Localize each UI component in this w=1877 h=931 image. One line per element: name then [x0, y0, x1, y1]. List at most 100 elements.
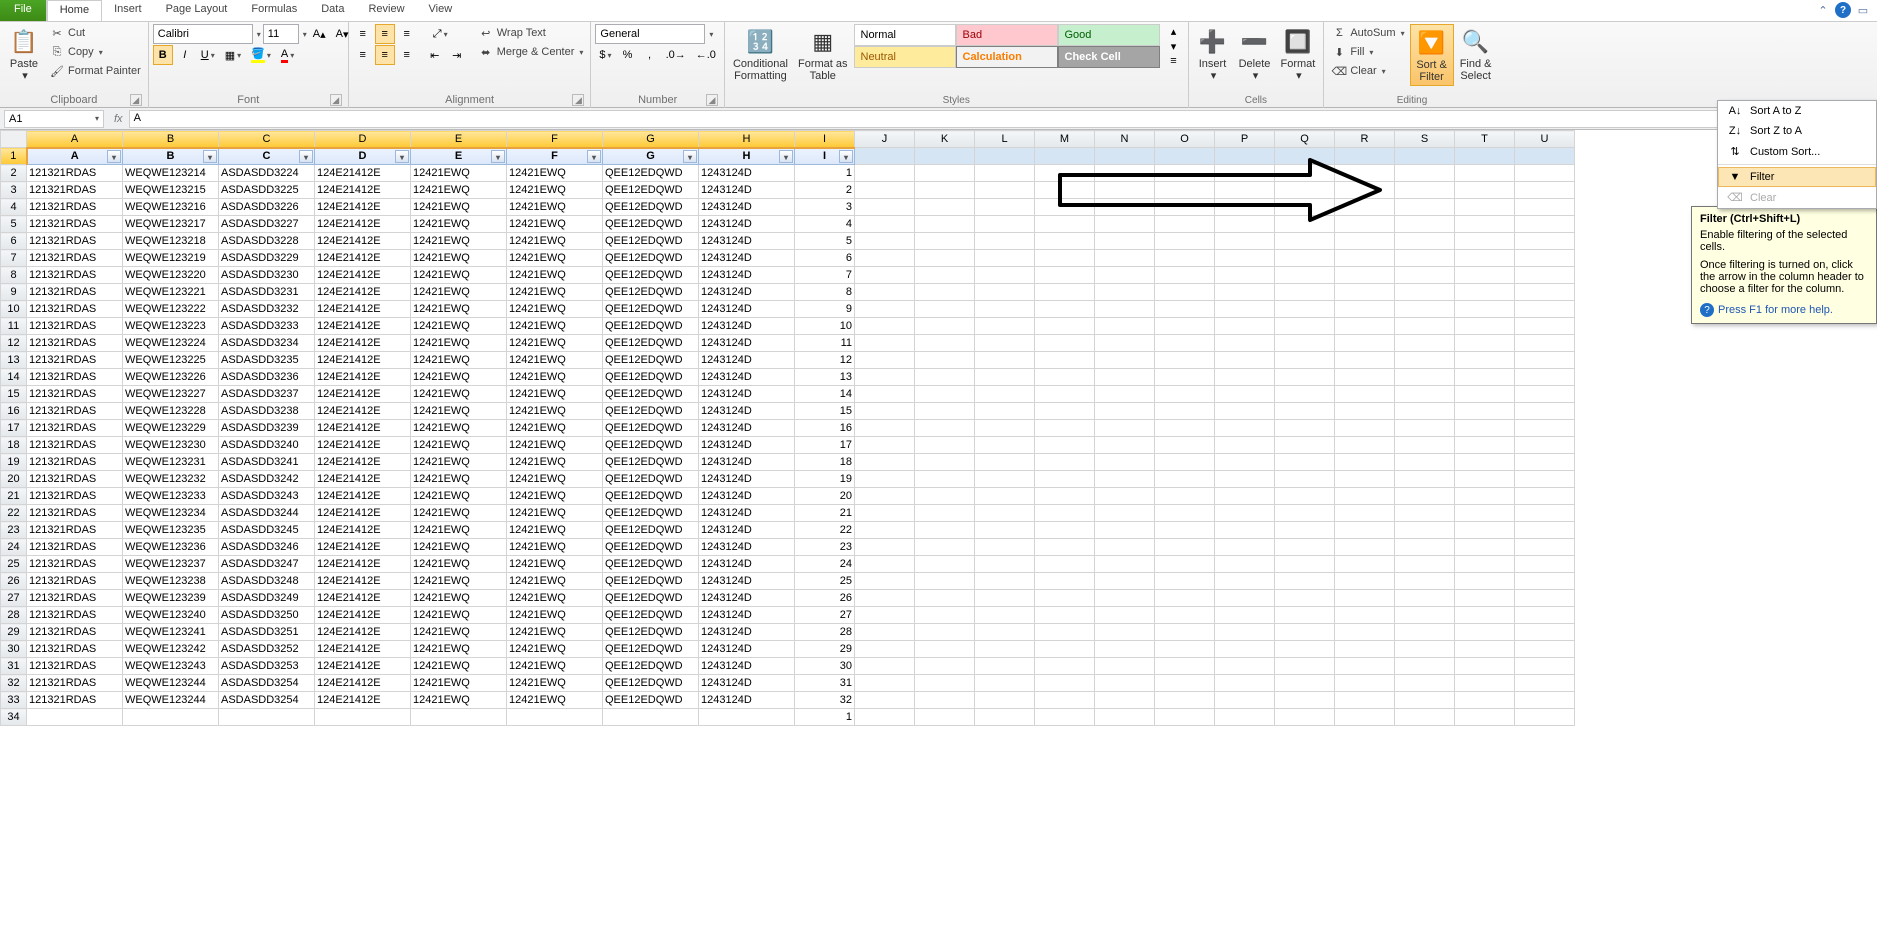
- chevron-down-icon[interactable]: ▾: [257, 30, 261, 39]
- cell[interactable]: [1095, 573, 1155, 590]
- cell-F24[interactable]: 12421EWQ: [507, 539, 603, 556]
- cell[interactable]: [1335, 284, 1395, 301]
- filter-dropdown-icon[interactable]: ▾: [491, 150, 505, 163]
- cell[interactable]: [915, 607, 975, 624]
- row-header-10[interactable]: 10: [1, 301, 27, 318]
- row-header-29[interactable]: 29: [1, 624, 27, 641]
- cell-H23[interactable]: 1243124D: [699, 522, 795, 539]
- cell[interactable]: [1215, 369, 1275, 386]
- cell[interactable]: [975, 522, 1035, 539]
- dialog-launcher-icon[interactable]: ◢: [130, 94, 142, 106]
- cell[interactable]: [1155, 624, 1215, 641]
- tab-data[interactable]: Data: [309, 0, 356, 21]
- cell-F26[interactable]: 12421EWQ: [507, 573, 603, 590]
- column-header-B[interactable]: B: [123, 131, 219, 148]
- cell-D18[interactable]: 124E21412E: [315, 437, 411, 454]
- cell[interactable]: [915, 403, 975, 420]
- row-header-17[interactable]: 17: [1, 420, 27, 437]
- cell-D34[interactable]: [315, 709, 411, 726]
- cell[interactable]: [855, 573, 915, 590]
- cell[interactable]: [975, 233, 1035, 250]
- cell[interactable]: [975, 250, 1035, 267]
- cell-F25[interactable]: 12421EWQ: [507, 556, 603, 573]
- cell-B15[interactable]: WEQWE123227: [123, 386, 219, 403]
- cell-C31[interactable]: ASDASDD3253: [219, 658, 315, 675]
- cell-H21[interactable]: 1243124D: [699, 488, 795, 505]
- cell-C3[interactable]: ASDASDD3225: [219, 182, 315, 199]
- cell-A8[interactable]: 121321RDAS: [27, 267, 123, 284]
- cell[interactable]: [1515, 641, 1575, 658]
- select-all-corner[interactable]: [1, 131, 27, 148]
- cell-H6[interactable]: 1243124D: [699, 233, 795, 250]
- cell[interactable]: [1335, 182, 1395, 199]
- cell[interactable]: [1395, 369, 1455, 386]
- cell[interactable]: [1395, 301, 1455, 318]
- cell[interactable]: [1395, 386, 1455, 403]
- cell-I2[interactable]: 1: [795, 165, 855, 182]
- row-header-21[interactable]: 21: [1, 488, 27, 505]
- cell[interactable]: [1335, 607, 1395, 624]
- font-name-input[interactable]: [153, 24, 253, 44]
- cell[interactable]: [1515, 539, 1575, 556]
- cell[interactable]: [855, 437, 915, 454]
- cell-E8[interactable]: 12421EWQ: [411, 267, 507, 284]
- cell[interactable]: [1035, 624, 1095, 641]
- cell[interactable]: [1215, 267, 1275, 284]
- cell[interactable]: [1095, 250, 1155, 267]
- cell-B33[interactable]: WEQWE123244: [123, 692, 219, 709]
- cell[interactable]: [1335, 454, 1395, 471]
- align-center-icon[interactable]: ≡: [375, 45, 395, 65]
- cell-C5[interactable]: ASDASDD3227: [219, 216, 315, 233]
- cell-A4[interactable]: 121321RDAS: [27, 199, 123, 216]
- row-header-1[interactable]: 1: [1, 148, 27, 165]
- cell[interactable]: [1035, 165, 1095, 182]
- cell[interactable]: [915, 692, 975, 709]
- column-header-K[interactable]: K: [915, 131, 975, 148]
- cell[interactable]: [1215, 165, 1275, 182]
- cell[interactable]: [1395, 471, 1455, 488]
- cell-H7[interactable]: 1243124D: [699, 250, 795, 267]
- cell[interactable]: [1455, 556, 1515, 573]
- cell[interactable]: [1395, 250, 1455, 267]
- cell-E16[interactable]: 12421EWQ: [411, 403, 507, 420]
- cell[interactable]: [1395, 692, 1455, 709]
- cell[interactable]: [1215, 284, 1275, 301]
- cell-H26[interactable]: 1243124D: [699, 573, 795, 590]
- cell[interactable]: [915, 437, 975, 454]
- cell[interactable]: [1455, 216, 1515, 233]
- column-header-J[interactable]: J: [855, 131, 915, 148]
- copy-button[interactable]: ⎘Copy▾: [46, 43, 144, 61]
- cell[interactable]: [855, 675, 915, 692]
- tab-insert[interactable]: Insert: [102, 0, 154, 21]
- cell[interactable]: [1515, 437, 1575, 454]
- cell[interactable]: [915, 556, 975, 573]
- cell[interactable]: [855, 556, 915, 573]
- cell-I7[interactable]: 6: [795, 250, 855, 267]
- cell[interactable]: [1155, 607, 1215, 624]
- cell-B8[interactable]: WEQWE123220: [123, 267, 219, 284]
- cell-G19[interactable]: QEE12EDQWD: [603, 454, 699, 471]
- cell-F23[interactable]: 12421EWQ: [507, 522, 603, 539]
- cell[interactable]: [1515, 284, 1575, 301]
- cell-B3[interactable]: WEQWE123215: [123, 182, 219, 199]
- cell[interactable]: [1035, 148, 1095, 165]
- filter-header-F[interactable]: F▾: [507, 148, 603, 165]
- cell-D11[interactable]: 124E21412E: [315, 318, 411, 335]
- cell-C18[interactable]: ASDASDD3240: [219, 437, 315, 454]
- cell[interactable]: [1275, 369, 1335, 386]
- minimize-ribbon-icon[interactable]: ⌃: [1815, 2, 1831, 18]
- cell-E32[interactable]: 12421EWQ: [411, 675, 507, 692]
- cell[interactable]: [1395, 624, 1455, 641]
- cell-C26[interactable]: ASDASDD3248: [219, 573, 315, 590]
- cell-A19[interactable]: 121321RDAS: [27, 454, 123, 471]
- cell-D15[interactable]: 124E21412E: [315, 386, 411, 403]
- cell-E21[interactable]: 12421EWQ: [411, 488, 507, 505]
- cell-D5[interactable]: 124E21412E: [315, 216, 411, 233]
- cell-G7[interactable]: QEE12EDQWD: [603, 250, 699, 267]
- cell-I28[interactable]: 27: [795, 607, 855, 624]
- cell[interactable]: [1275, 658, 1335, 675]
- percent-icon[interactable]: %: [618, 45, 638, 65]
- cell[interactable]: [1335, 148, 1395, 165]
- cell-D2[interactable]: 124E21412E: [315, 165, 411, 182]
- decrease-indent-icon[interactable]: ⇤: [425, 45, 445, 65]
